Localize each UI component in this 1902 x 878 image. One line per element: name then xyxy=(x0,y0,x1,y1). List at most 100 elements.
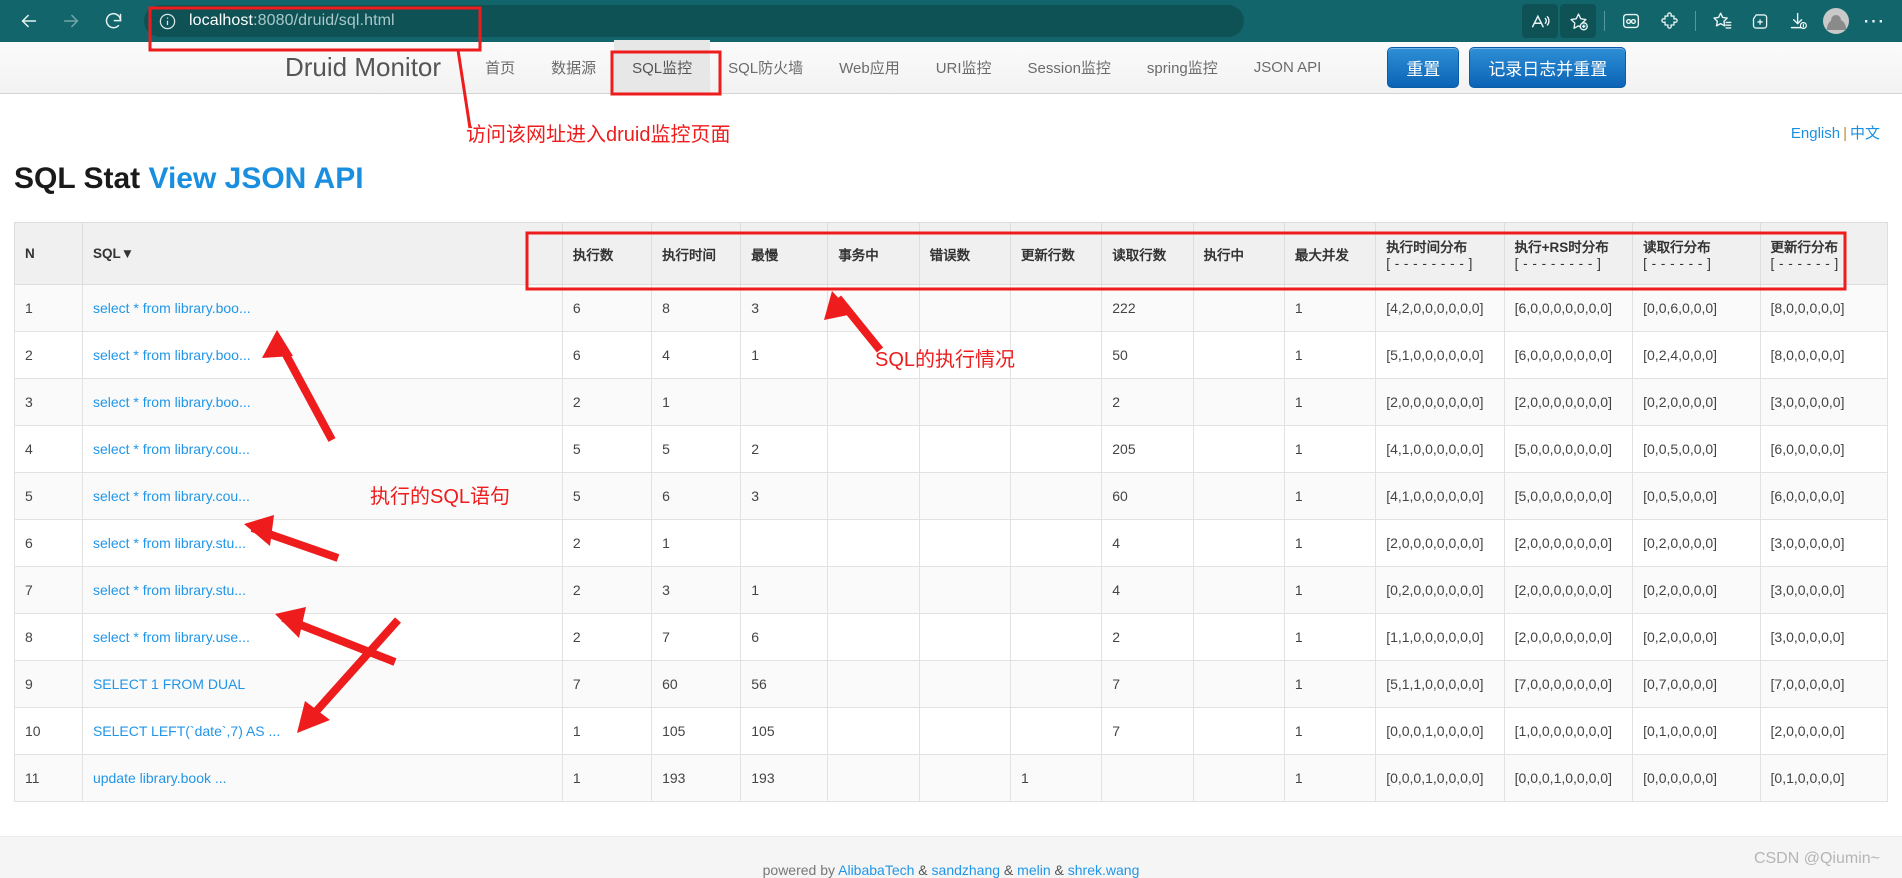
profile-avatar-icon[interactable] xyxy=(1818,4,1854,38)
table-header: N SQL▼ 执行数 执行时间 最慢 事务中 错误数 更新行数 读取行数 执行中… xyxy=(14,222,1889,285)
cell-error-count xyxy=(918,378,1011,426)
footer-link-sandzhang[interactable]: sandzhang xyxy=(932,862,1001,878)
col-header-max-concurrent: 最大并发 xyxy=(1283,222,1377,285)
lang-chinese-link[interactable]: 中文 xyxy=(1850,125,1880,142)
cell-exec-count: 5 xyxy=(561,472,653,520)
cell-update-row-dist: [7,0,0,0,0,0] xyxy=(1759,660,1889,708)
reload-icon[interactable] xyxy=(94,4,132,38)
collections-icon[interactable] xyxy=(1613,4,1649,38)
table-body: 1 select * from library.boo... 6 8 3 222 1 [4,2… xyxy=(14,284,1889,802)
sql-link[interactable]: SELECT LEFT(`date`,7) AS ... xyxy=(93,723,280,739)
view-json-api-link[interactable]: View JSON API xyxy=(148,162,363,195)
brand-title: Druid Monitor xyxy=(285,52,442,82)
cell-slowest xyxy=(740,378,829,426)
cell-fetch-row-dist: [0,2,0,0,0,0] xyxy=(1632,566,1761,614)
nav-item-json-api[interactable]: JSON API xyxy=(1236,42,1340,93)
cell-n: 3 xyxy=(14,378,83,426)
sql-link[interactable]: select * from library.boo... xyxy=(93,394,251,410)
cell-fetch-row-dist: [0,2,4,0,0,0] xyxy=(1632,331,1761,379)
cell-running xyxy=(1192,472,1285,520)
tab-actions-icon[interactable] xyxy=(1742,4,1778,38)
cell-max-concurrent: 1 xyxy=(1283,425,1377,473)
footer-link-melin[interactable]: melin xyxy=(1017,862,1050,878)
cell-exec-rs-dist: [2,0,0,0,0,0,0,0] xyxy=(1503,566,1634,614)
cell-slowest: 3 xyxy=(740,472,829,520)
nav-item-uri-monitor[interactable]: URI监控 xyxy=(918,40,1010,95)
cell-error-count xyxy=(918,472,1011,520)
cell-error-count xyxy=(918,566,1011,614)
toolbar-divider-2 xyxy=(1695,11,1696,31)
footer-link-shrek-wang[interactable]: shrek.wang xyxy=(1068,862,1140,878)
nav-item-sql-firewall[interactable]: SQL防火墙 xyxy=(710,40,821,95)
nav-item-spring-monitor[interactable]: spring监控 xyxy=(1129,40,1236,95)
fetch-row-dist-label: 读取行分布 xyxy=(1643,240,1711,255)
forward-arrow-icon[interactable] xyxy=(52,4,90,38)
cell-exec-count: 5 xyxy=(561,425,653,473)
cell-exec-count: 7 xyxy=(561,660,653,708)
browser-toolbar-right: ⋯ xyxy=(1522,4,1902,38)
sql-link[interactable]: select * from library.cou... xyxy=(93,441,250,457)
sql-link[interactable]: select * from library.boo... xyxy=(93,347,251,363)
cell-running xyxy=(1192,425,1285,473)
favorites-icon[interactable] xyxy=(1704,4,1740,38)
sql-link[interactable]: select * from library.use... xyxy=(93,629,250,645)
cell-fetch-rows: 205 xyxy=(1101,425,1194,473)
info-circle-icon[interactable] xyxy=(158,12,177,31)
read-aloud-icon[interactable] xyxy=(1522,4,1558,38)
address-bar[interactable]: localhost:8080/druid/sql.html xyxy=(144,5,1244,37)
nav-item-session-monitor[interactable]: Session监控 xyxy=(1010,40,1129,95)
cell-fetch-rows: 7 xyxy=(1101,707,1194,755)
cell-in-transaction xyxy=(827,660,920,708)
cell-running xyxy=(1192,566,1285,614)
cell-n: 5 xyxy=(14,472,83,520)
add-favorite-icon[interactable] xyxy=(1560,4,1596,38)
cell-sql: select * from library.stu... xyxy=(81,566,563,614)
nav-action-buttons: 重置 记录日志并重置 xyxy=(1387,47,1627,88)
cell-n: 8 xyxy=(14,613,83,661)
cell-fetch-row-dist: [0,2,0,0,0,0] xyxy=(1632,519,1761,567)
col-header-sql[interactable]: SQL▼ xyxy=(81,222,563,285)
table-row: 5 select * from library.cou... 5 6 3 60 1 [4,1,… xyxy=(14,472,1889,520)
cell-update-rows xyxy=(1009,425,1103,473)
sql-link[interactable]: select * from library.cou... xyxy=(93,488,250,504)
cell-n: 9 xyxy=(14,660,83,708)
cell-exec-count: 2 xyxy=(561,519,653,567)
sql-link[interactable]: select * from library.stu... xyxy=(93,582,246,598)
table-row: 7 select * from library.stu... 2 3 1 4 1 [0,2,0… xyxy=(14,566,1889,614)
downloads-icon[interactable] xyxy=(1780,4,1816,38)
sql-link[interactable]: select * from library.stu... xyxy=(93,535,246,551)
cell-slowest: 1 xyxy=(740,331,829,379)
cell-in-transaction xyxy=(827,378,920,426)
cell-n: 4 xyxy=(14,425,83,473)
log-and-reset-button[interactable]: 记录日志并重置 xyxy=(1469,47,1627,88)
col-header-exec-time: 执行时间 xyxy=(651,222,742,285)
sql-link[interactable]: update library.book ... xyxy=(93,770,227,786)
col-header-exec-rs-dist: 执行+RS时分布 [ - - - - - - - - ] xyxy=(1503,222,1634,285)
sql-link[interactable]: select * from library.boo... xyxy=(93,300,251,316)
reset-button[interactable]: 重置 xyxy=(1387,47,1460,88)
nav-item-datasource[interactable]: 数据源 xyxy=(533,40,614,95)
footer-link-alibabatech[interactable]: AlibabaTech xyxy=(838,862,914,878)
lang-english-link[interactable]: English xyxy=(1791,125,1840,142)
settings-more-icon[interactable]: ⋯ xyxy=(1856,4,1892,38)
cell-max-concurrent: 1 xyxy=(1283,284,1377,332)
cell-error-count xyxy=(918,519,1011,567)
cell-update-rows: 1 xyxy=(1009,754,1103,802)
exec-time-dist-bracket: [ - - - - - - - - ] xyxy=(1386,256,1473,271)
watermark: CSDN @Qiumin~ xyxy=(1753,850,1880,867)
cell-update-rows xyxy=(1009,566,1103,614)
back-arrow-icon[interactable] xyxy=(10,4,48,38)
nav-item-sql-monitor[interactable]: SQL监控 xyxy=(614,40,711,95)
cell-exec-time: 60 xyxy=(651,660,742,708)
url-host: localhost xyxy=(189,12,254,29)
nav-item-web-app[interactable]: Web应用 xyxy=(821,40,918,95)
cell-update-rows xyxy=(1009,707,1103,755)
table-row: 1 select * from library.boo... 6 8 3 222 1 [4,2… xyxy=(14,284,1889,332)
cell-exec-time: 193 xyxy=(651,754,742,802)
extensions-icon[interactable] xyxy=(1651,4,1687,38)
nav-item-home[interactable]: 首页 xyxy=(467,40,533,95)
cell-max-concurrent: 1 xyxy=(1283,660,1377,708)
cell-update-row-dist: [6,0,0,0,0,0] xyxy=(1759,425,1889,473)
cell-update-row-dist: [2,0,0,0,0,0] xyxy=(1759,707,1889,755)
sql-link[interactable]: SELECT 1 FROM DUAL xyxy=(93,676,245,692)
